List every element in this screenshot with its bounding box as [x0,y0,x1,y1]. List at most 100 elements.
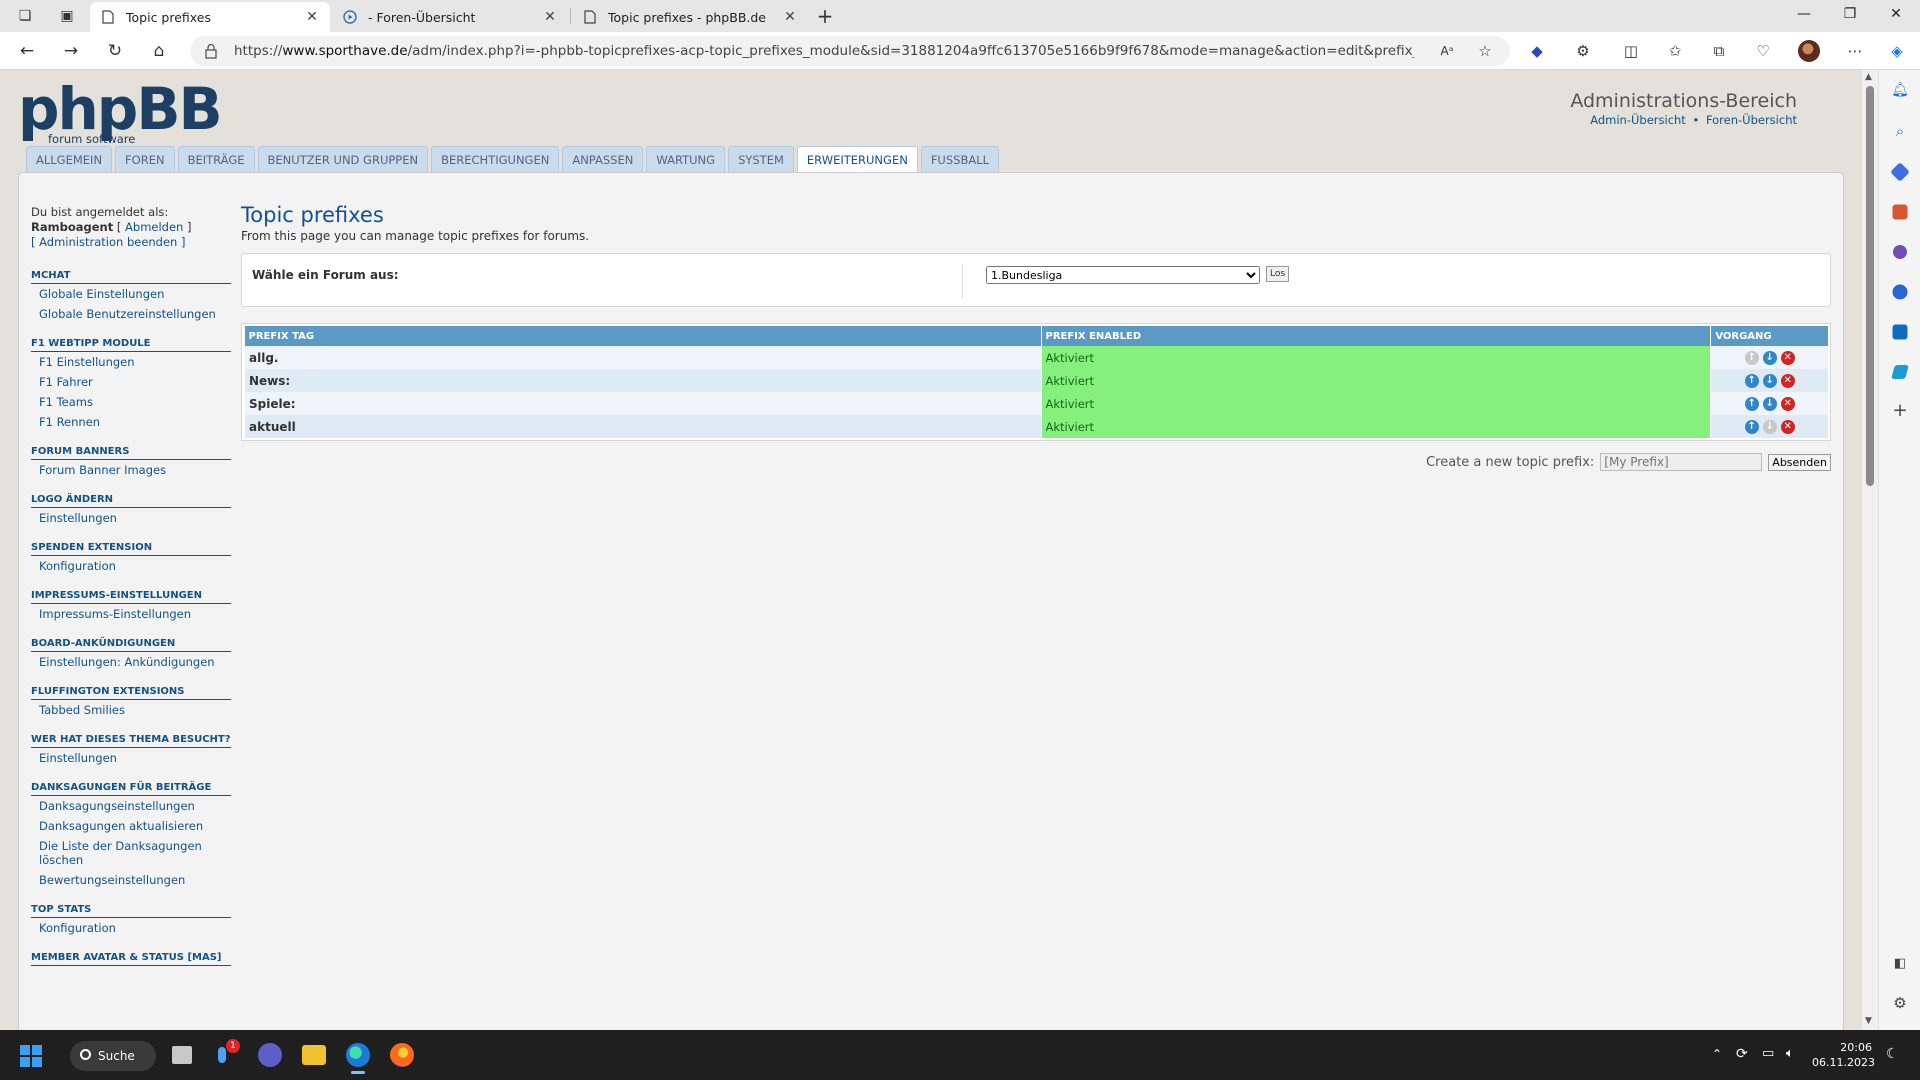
prefix-status[interactable]: Aktiviert [1040,392,1711,415]
tab-foren[interactable]: FOREN [115,146,175,172]
notifications-moon-icon[interactable]: ☾ [1886,1046,1899,1062]
delete-icon[interactable]: ✕ [1780,350,1795,365]
page-scrollbar[interactable]: ▲ ▼ [1862,70,1878,1030]
taskbar-search[interactable]: Suche [70,1041,156,1071]
phpbb-logo[interactable]: phpBB forum software ® [18,76,223,148]
extension-shield-icon[interactable]: ◆ [1526,41,1548,61]
sidebar-item-globale-einstellungen[interactable]: Globale Einstellungen [31,284,231,304]
end-admin-link[interactable]: [ Administration beenden ] [31,235,186,249]
task-view-icon[interactable] [172,1046,192,1064]
sidebar-item-spenden-konfiguration[interactable]: Konfiguration [31,556,231,576]
performance-icon[interactable]: ♡ [1752,41,1774,61]
close-tab-icon[interactable]: ✕ [542,9,558,25]
sidebar-item-bewertungseinstellungen[interactable]: Bewertungseinstellungen [31,870,231,890]
shopping-tag-icon[interactable] [1890,162,1910,182]
add-icon[interactable]: + [1890,402,1910,422]
sidebar-item-besucht-einstellungen[interactable]: Einstellungen [31,748,231,768]
sidebar-item-danksagungen-loeschen[interactable]: Die Liste der Danksagungen löschen [31,836,231,870]
sidebar-item-impressums-einstellungen[interactable]: Impressums-Einstellungen [31,604,231,624]
copilot-icon[interactable]: ◈ [1886,41,1908,61]
move-down-icon[interactable]: ↓ [1762,373,1777,388]
delete-icon[interactable]: ✕ [1780,419,1795,434]
games-icon[interactable] [1893,245,1907,259]
url-field[interactable]: https://www.sporthave.de/adm/index.php?i… [190,36,1510,66]
sidebar-item-ankuendigungen[interactable]: Einstellungen: Ankündigungen [31,652,231,672]
weather-widget-icon[interactable]: 1 [214,1039,240,1067]
scroll-thumb[interactable] [1866,86,1874,486]
tab-foren-uebersicht[interactable]: - Foren-Übersicht ✕ [332,2,568,32]
new-tab-icon[interactable]: + [816,6,834,26]
tools-icon[interactable] [1892,204,1908,220]
close-tab-icon[interactable]: ✕ [782,9,798,25]
forum-select[interactable]: 1.Bundesliga [986,266,1260,284]
profile-avatar[interactable] [1798,40,1820,62]
move-up-icon[interactable]: ↑ [1744,373,1759,388]
scroll-down-arrow-icon[interactable]: ▼ [1865,1016,1872,1026]
windows-start-icon[interactable] [20,1045,42,1067]
submit-button[interactable]: Absenden [1768,453,1831,471]
split-screen-icon[interactable]: ◫ [1620,41,1642,61]
forum-overview-link[interactable]: Foren-Übersicht [1706,113,1797,127]
sidebar-item-forum-banner-images[interactable]: Forum Banner Images [31,460,231,480]
tab-berechtigungen[interactable]: BERECHTIGUNGEN [431,146,560,172]
network-icon[interactable]: ▭ [1762,1046,1774,1061]
back-icon[interactable]: ← [16,41,38,61]
reload-icon[interactable]: ↻ [104,41,126,61]
logout-link[interactable]: Abmelden [125,220,183,234]
outlook-icon[interactable] [1892,324,1908,340]
sidebar-item-globale-benutzereinstellungen[interactable]: Globale Benutzereinstellungen [31,304,231,324]
collections-icon[interactable]: ⧉ [1708,41,1730,61]
minimize-icon[interactable]: — [1794,6,1814,22]
sidebar-item-top-stats-konfiguration[interactable]: Konfiguration [31,918,231,938]
tab-wartung[interactable]: WARTUNG [646,146,726,172]
tab-topic-prefixes[interactable]: Topic prefixes ✕ [90,2,330,32]
forward-icon[interactable]: → [60,41,82,61]
home-icon[interactable]: ⌂ [148,41,170,61]
read-aloud-icon[interactable]: Aᵃ [1436,41,1458,61]
tab-erweiterungen[interactable]: ERWEITERUNGEN [796,146,918,173]
tab-allgemein[interactable]: ALLGEMEIN [26,146,113,172]
new-prefix-input[interactable] [1600,453,1763,471]
tab-actions-icon[interactable]: ▣ [58,8,76,24]
microsoft-365-icon[interactable] [1892,284,1908,300]
sidebar-item-f1-rennen[interactable]: F1 Rennen [31,412,231,432]
file-explorer-icon[interactable] [302,1045,326,1065]
scroll-up-arrow-icon[interactable]: ▲ [1865,72,1872,82]
settings-gear-icon[interactable]: ⚙ [1890,994,1910,1014]
send-icon[interactable] [1891,365,1909,379]
delete-icon[interactable]: ✕ [1780,396,1795,411]
move-down-icon[interactable]: ↓ [1762,396,1777,411]
restore-icon[interactable]: ❐ [1840,6,1860,22]
close-window-icon[interactable]: ✕ [1886,6,1906,22]
extensions-icon[interactable]: ⚙ [1572,41,1594,61]
sidebar-item-tabbed-smilies[interactable]: Tabbed Smilies [31,700,231,720]
workspaces-icon[interactable]: ❏ [16,8,34,24]
sidebar-item-logo-einstellungen[interactable]: Einstellungen [31,508,231,528]
tray-chevron-icon[interactable]: ⌃ [1712,1047,1722,1061]
tab-fussball[interactable]: FUSSBALL [920,146,1000,172]
sidebar-item-f1-einstellungen[interactable]: F1 Einstellungen [31,352,231,372]
favorites-icon[interactable]: ✩ [1664,41,1686,61]
favorite-star-icon[interactable]: ☆ [1474,41,1496,61]
tab-system[interactable]: SYSTEM [728,146,794,172]
search-icon[interactable]: ⌕ [1890,122,1910,142]
system-clock[interactable]: 20:06 06.11.2023 [1812,1040,1875,1070]
teams-icon[interactable] [258,1043,282,1067]
delete-icon[interactable]: ✕ [1780,373,1795,388]
sidebar-item-danksagungseinstellungen[interactable]: Danksagungseinstellungen [31,796,231,816]
sidebar-toggle-icon[interactable]: ◧ [1890,956,1910,976]
sidebar-item-f1-fahrer[interactable]: F1 Fahrer [31,372,231,392]
move-up-icon[interactable]: ↑ [1744,396,1759,411]
close-tab-icon[interactable]: ✕ [304,9,320,25]
sync-icon[interactable]: ⟳ [1736,1046,1748,1062]
more-menu-icon[interactable]: ⋯ [1844,41,1866,61]
sidebar-item-f1-teams[interactable]: F1 Teams [31,392,231,412]
edge-browser-icon[interactable] [346,1043,370,1074]
tab-benutzer-und-gruppen[interactable]: BENUTZER UND GRUPPEN [257,146,429,172]
prefix-status[interactable]: Aktiviert [1040,346,1711,369]
tab-anpassen[interactable]: ANPASSEN [562,146,644,172]
tab-topic-prefixes-phpbb[interactable]: Topic prefixes - phpBB.de ✕ [572,2,808,32]
move-up-icon[interactable]: ↑ [1744,419,1759,434]
firefox-icon[interactable] [390,1043,414,1067]
prefix-status[interactable]: Aktiviert [1040,415,1711,438]
